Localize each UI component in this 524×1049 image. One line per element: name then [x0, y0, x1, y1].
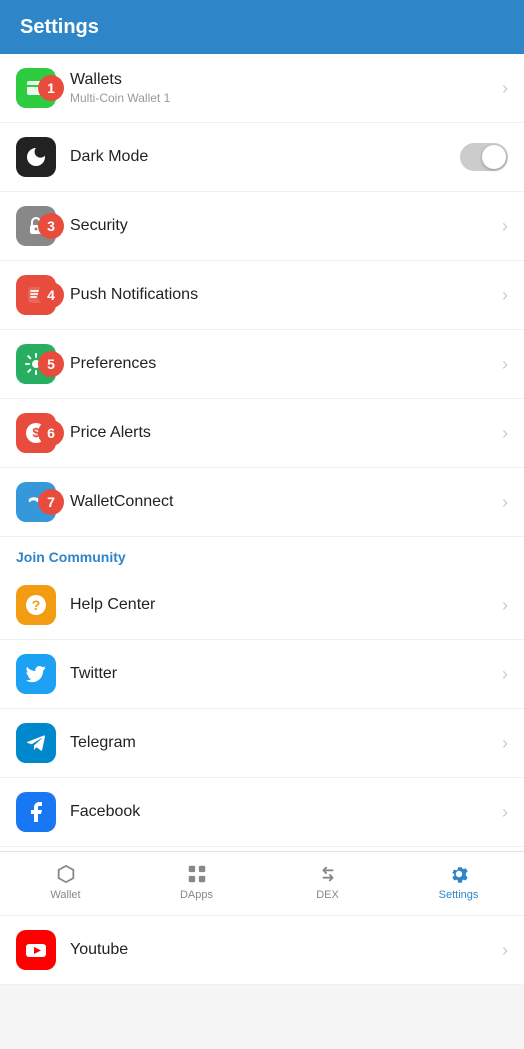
settings-item-security[interactable]: Security 3 › [0, 192, 524, 261]
settings-item-notifications[interactable]: Push Notifications 4 › [0, 261, 524, 330]
dex-nav-label: DEX [316, 889, 339, 901]
pricealerts-text: Price Alerts [70, 424, 494, 442]
nav-item-settings[interactable]: Settings [393, 862, 524, 901]
dex-nav-icon [316, 862, 340, 886]
helpcenter-label: Help Center [70, 596, 494, 614]
settings-item-wallets[interactable]: Wallets Multi-Coin Wallet 1 1 › [0, 54, 524, 123]
walletconnect-badge: 7 [38, 489, 64, 515]
bottom-navigation: Wallet DApps DEX Settings [0, 851, 524, 911]
facebook-icon-wrap [16, 792, 56, 832]
helpcenter-icon: ? [24, 593, 48, 617]
notifications-chevron: › [502, 285, 508, 306]
settings-icon [448, 863, 470, 885]
dex-icon [317, 863, 339, 885]
telegram-label: Telegram [70, 734, 494, 752]
community-item-helpcenter[interactable]: ? Help Center › [0, 571, 524, 640]
nav-item-dex[interactable]: DEX [262, 862, 393, 901]
walletconnect-text: WalletConnect [70, 493, 494, 511]
wallets-sublabel: Multi-Coin Wallet 1 [70, 91, 494, 105]
settings-item-pricealerts[interactable]: $ Price Alerts 6 › [0, 399, 524, 468]
preferences-label: Preferences [70, 355, 494, 373]
walletconnect-label: WalletConnect [70, 493, 494, 511]
telegram-icon [24, 731, 48, 755]
telegram-icon-wrap [16, 723, 56, 763]
settings-nav-icon [447, 862, 471, 886]
walletconnect-chevron: › [502, 492, 508, 513]
helpcenter-chevron: › [502, 595, 508, 616]
wallets-badge: 1 [38, 75, 64, 101]
twitter-label: Twitter [70, 665, 494, 683]
community-header: Join Community [0, 537, 524, 571]
wallets-label: Wallets [70, 71, 494, 89]
wallet-nav-icon [54, 862, 78, 886]
pricealerts-chevron: › [502, 423, 508, 444]
youtube-icon [24, 938, 48, 962]
preferences-chevron: › [502, 354, 508, 375]
wallets-text: Wallets Multi-Coin Wallet 1 [70, 71, 494, 105]
facebook-label: Facebook [70, 803, 494, 821]
header-title: Settings [20, 16, 99, 39]
community-item-facebook[interactable]: Facebook › [0, 778, 524, 847]
twitter-chevron: › [502, 664, 508, 685]
youtube-label: Youtube [70, 941, 494, 959]
dapps-icon [186, 863, 208, 885]
security-label: Security [70, 217, 494, 235]
telegram-chevron: › [502, 733, 508, 754]
dapps-nav-label: DApps [180, 889, 213, 901]
svg-text:?: ? [32, 597, 41, 613]
wallet-nav-label: Wallet [50, 889, 80, 901]
page-header: Settings [0, 0, 524, 54]
nav-item-wallet[interactable]: Wallet [0, 862, 131, 901]
helpcenter-icon-wrap: ? [16, 585, 56, 625]
wallets-chevron: › [502, 78, 508, 99]
facebook-icon [24, 800, 48, 824]
preferences-text: Preferences [70, 355, 494, 373]
twitter-icon-wrap [16, 654, 56, 694]
notifications-badge: 4 [38, 282, 64, 308]
dapps-nav-icon [185, 862, 209, 886]
notifications-text: Push Notifications [70, 286, 494, 304]
settings-list: Wallets Multi-Coin Wallet 1 1 › Dark Mod… [0, 54, 524, 537]
youtube-chevron: › [502, 940, 508, 961]
security-chevron: › [502, 216, 508, 237]
darkmode-icon [24, 145, 48, 169]
settings-nav-label: Settings [439, 889, 479, 901]
darkmode-text: Dark Mode [70, 148, 460, 166]
pricealerts-label: Price Alerts [70, 424, 494, 442]
wallet-icon [55, 863, 77, 885]
settings-item-darkmode[interactable]: Dark Mode [0, 123, 524, 192]
facebook-chevron: › [502, 802, 508, 823]
darkmode-toggle[interactable] [460, 143, 508, 171]
community-list: ? Help Center › Twitter › Telegram [0, 571, 524, 985]
pricealerts-badge: 6 [38, 420, 64, 446]
community-item-telegram[interactable]: Telegram › [0, 709, 524, 778]
community-item-twitter[interactable]: Twitter › [0, 640, 524, 709]
security-badge: 3 [38, 213, 64, 239]
settings-item-walletconnect[interactable]: WalletConnect 7 › [0, 468, 524, 537]
darkmode-label: Dark Mode [70, 148, 460, 166]
nav-item-dapps[interactable]: DApps [131, 862, 262, 901]
youtube-icon-wrap [16, 930, 56, 970]
community-item-youtube[interactable]: Youtube › [0, 916, 524, 985]
settings-item-preferences[interactable]: Preferences 5 › [0, 330, 524, 399]
security-text: Security [70, 217, 494, 235]
twitter-icon [24, 662, 48, 686]
preferences-badge: 5 [38, 351, 64, 377]
notifications-label: Push Notifications [70, 286, 494, 304]
darkmode-icon-wrap [16, 137, 56, 177]
